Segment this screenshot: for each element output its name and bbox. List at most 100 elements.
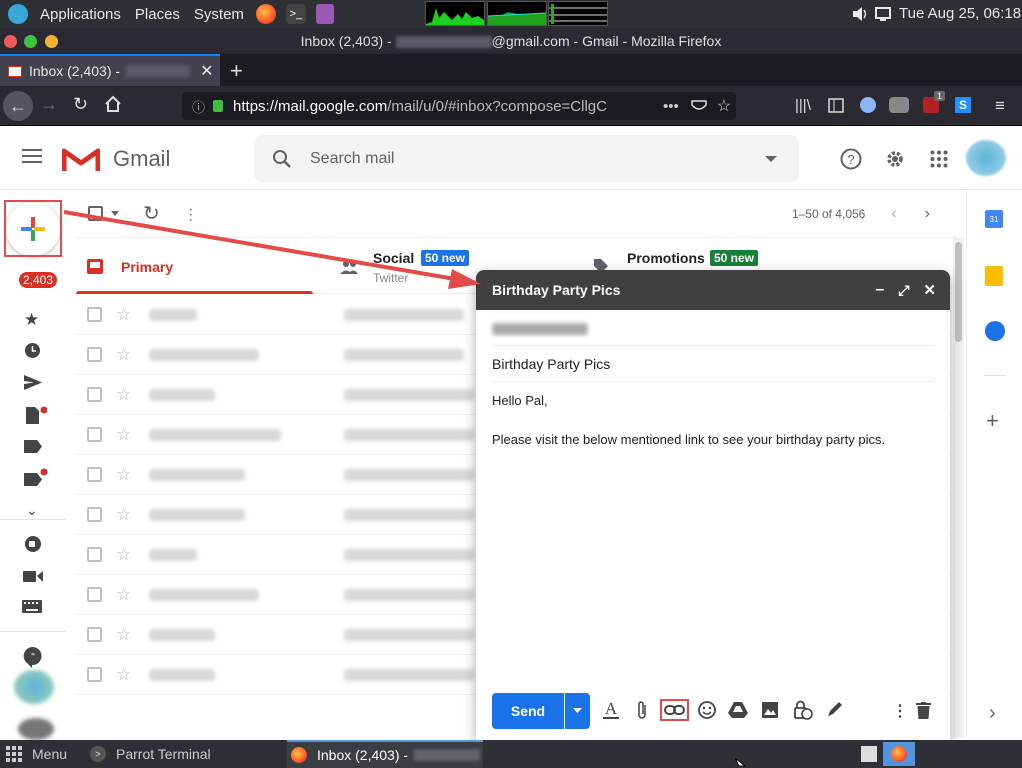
menu-launcher[interactable]: Menu	[6, 740, 67, 768]
account-avatar[interactable]	[966, 140, 1006, 176]
star-icon[interactable]: ☆	[116, 585, 131, 605]
info-icon[interactable]: ⓘ	[192, 97, 205, 116]
active-workspace[interactable]	[883, 742, 915, 766]
help-icon[interactable]: ?	[840, 148, 862, 170]
hangouts-avatar[interactable]	[14, 670, 54, 704]
more-actions-icon[interactable]: ⋮	[184, 207, 198, 221]
search-options-icon[interactable]	[765, 155, 777, 163]
main-menu-icon[interactable]	[22, 148, 42, 164]
applications-menu[interactable]: Applications	[38, 6, 123, 23]
minimize-window-button[interactable]	[45, 35, 58, 48]
star-icon[interactable]: ☆	[116, 465, 131, 485]
add-addon-icon[interactable]: +	[986, 408, 999, 434]
maximize-window-button[interactable]	[24, 35, 37, 48]
calendar-icon[interactable]: 31	[985, 210, 1003, 228]
select-all-checkbox[interactable]	[88, 206, 103, 221]
signature-pen-icon[interactable]	[826, 700, 844, 718]
star-icon[interactable]: ☆	[116, 665, 131, 685]
places-menu[interactable]: Places	[133, 6, 182, 23]
star-icon[interactable]: ☆	[116, 305, 131, 325]
url-bar[interactable]: ⓘ https://mail.google.com/mail/u/0/#inbo…	[182, 92, 736, 120]
snoozed-clock-icon[interactable]	[24, 342, 41, 359]
insert-link-button[interactable]	[660, 699, 689, 721]
compose-body[interactable]: Hello Pal, Please visit the below mentio…	[492, 393, 934, 447]
sidebar-icon[interactable]	[828, 98, 844, 113]
pocket-icon[interactable]	[691, 99, 707, 113]
hangouts-contact-avatar[interactable]	[18, 718, 54, 740]
tab-primary[interactable]: Primary	[76, 238, 313, 294]
star-icon[interactable]: ☆	[116, 425, 131, 445]
s-extension-icon[interactable]: S	[955, 97, 971, 113]
workspace-switcher-icon[interactable]	[861, 746, 877, 762]
attach-file-icon[interactable]	[636, 700, 648, 720]
scrollbar-track[interactable]	[953, 238, 964, 738]
row-checkbox[interactable]	[87, 667, 102, 682]
page-actions-icon[interactable]: •••	[663, 98, 679, 115]
discard-draft-trash-icon[interactable]	[916, 702, 931, 719]
row-checkbox[interactable]	[87, 507, 102, 522]
close-compose-icon[interactable]: ✕	[923, 281, 936, 299]
meet-new-meeting-icon[interactable]	[24, 535, 42, 553]
close-window-button[interactable]	[4, 35, 17, 48]
send-button[interactable]: Send	[492, 693, 564, 729]
apps-grid-icon[interactable]	[930, 150, 948, 168]
keyboard-icon[interactable]	[22, 600, 42, 613]
keep-icon[interactable]	[985, 266, 1003, 286]
recipients-field[interactable]	[492, 310, 934, 346]
sent-icon[interactable]	[24, 375, 42, 390]
search-input[interactable]: Search mail	[310, 150, 394, 168]
hangouts-icon[interactable]: "	[23, 646, 43, 668]
taskbar-firefox[interactable]: Inbox (2,403) -	[287, 740, 483, 768]
drafts-icon[interactable]	[25, 406, 47, 426]
minimize-compose-icon[interactable]: –	[875, 281, 884, 299]
home-button[interactable]	[104, 95, 122, 113]
compose-header[interactable]: Birthday Party Pics – ⤢ ✕	[476, 270, 950, 310]
row-checkbox[interactable]	[87, 547, 102, 562]
display-icon[interactable]	[875, 6, 891, 22]
star-icon[interactable]: ☆	[116, 345, 131, 365]
label-unread-icon[interactable]	[24, 468, 48, 488]
refresh-icon[interactable]: ↻	[143, 201, 160, 226]
search-icon[interactable]	[272, 149, 292, 169]
newer-page-icon[interactable]: ‹	[891, 205, 896, 223]
send-options-button[interactable]	[565, 693, 590, 729]
confidential-mode-icon[interactable]	[793, 700, 813, 720]
library-icon[interactable]: |||\	[795, 97, 811, 114]
show-panel-chevron-icon[interactable]: ›	[989, 702, 996, 725]
extension-icon[interactable]	[889, 97, 909, 113]
tasks-icon[interactable]	[985, 321, 1005, 341]
select-dropdown-icon[interactable]	[111, 211, 119, 216]
clock[interactable]: Tue Aug 25, 06:18	[899, 5, 1021, 22]
forward-button[interactable]: →	[40, 94, 58, 115]
older-page-icon[interactable]: ›	[925, 205, 930, 223]
text-editor-launcher-icon[interactable]	[315, 4, 334, 24]
star-icon[interactable]: ☆	[116, 545, 131, 565]
gmail-logo-icon[interactable]	[62, 145, 100, 173]
tab-close-icon[interactable]: ✕	[200, 61, 213, 81]
new-tab-button[interactable]: +	[230, 58, 243, 84]
row-checkbox[interactable]	[87, 427, 102, 442]
row-checkbox[interactable]	[87, 387, 102, 402]
back-button[interactable]: ←	[3, 91, 33, 121]
star-icon[interactable]: ☆	[116, 625, 131, 645]
system-menu[interactable]: System	[192, 6, 246, 23]
label-icon[interactable]	[24, 440, 42, 453]
emoji-icon[interactable]	[698, 701, 716, 719]
taskbar-terminal[interactable]: > Parrot Terminal	[90, 740, 286, 768]
scrollbar-thumb[interactable]	[955, 242, 962, 342]
fullscreen-compose-icon[interactable]: ⤢	[898, 282, 909, 299]
account-icon[interactable]	[860, 97, 876, 113]
more-chevron-icon[interactable]: ⌄	[26, 502, 38, 519]
subject-field[interactable]: Birthday Party Pics	[492, 346, 934, 382]
row-checkbox[interactable]	[87, 307, 102, 322]
formatting-options-icon[interactable]: A	[603, 700, 619, 720]
search-bar[interactable]: Search mail	[254, 135, 799, 182]
firefox-launcher-icon[interactable]	[255, 4, 276, 24]
tab-gmail-inbox[interactable]: Inbox (2,403) - ✕	[0, 54, 220, 86]
parrot-logo-icon[interactable]	[8, 4, 28, 24]
inbox-count-badge[interactable]: 2,403	[19, 272, 58, 288]
volume-icon[interactable]	[851, 5, 869, 23]
terminal-launcher-icon[interactable]: >_	[285, 4, 306, 24]
reload-button[interactable]: ↻	[73, 94, 88, 115]
row-checkbox[interactable]	[87, 587, 102, 602]
